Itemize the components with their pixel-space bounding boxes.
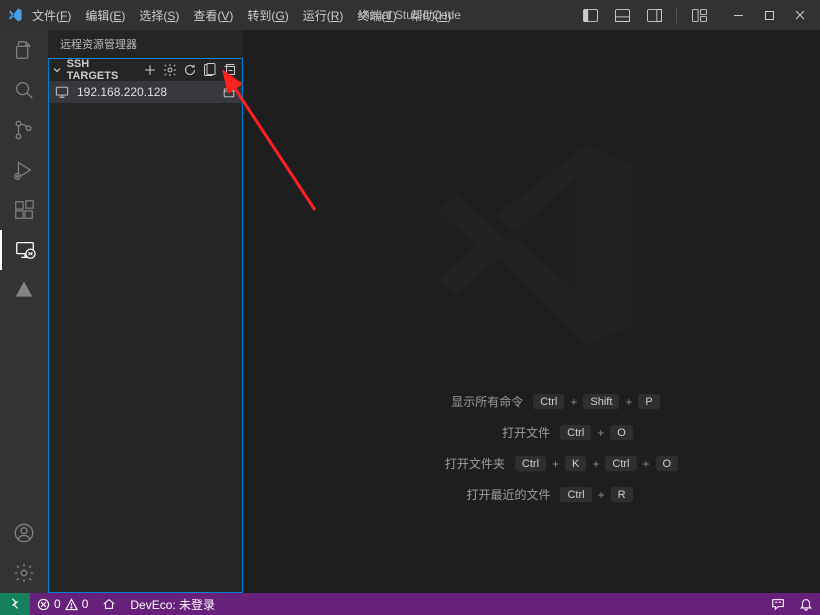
menu-v[interactable]: 查看(V) <box>193 7 233 24</box>
menu-s[interactable]: 选择(S) <box>139 7 179 24</box>
ssh-targets-section: SSH TARGETS 192.168.220.128 <box>48 58 243 593</box>
help-icon[interactable] <box>202 62 218 78</box>
vscode-logo-icon <box>6 6 24 24</box>
key: Ctrl <box>605 456 636 472</box>
minimize-button[interactable] <box>724 4 752 26</box>
remote-indicator[interactable] <box>0 593 30 615</box>
section-title: SSH TARGETS <box>67 58 142 82</box>
search-tab[interactable] <box>0 70 48 110</box>
close-button[interactable] <box>786 4 814 26</box>
menu-t[interactable]: 终端(T) <box>357 7 396 24</box>
shortcut-keys: Ctrl+O <box>560 425 633 441</box>
explorer-tab[interactable] <box>0 30 48 70</box>
sidebar-title: 远程资源管理器 <box>48 30 243 58</box>
deveco-status[interactable]: DevEco: 未登录 <box>123 593 222 615</box>
activitybar <box>0 30 48 593</box>
problems-indicator[interactable]: 0 0 <box>30 593 95 615</box>
feedback-button[interactable] <box>764 597 792 611</box>
toggle-panel-right-icon[interactable] <box>640 4 668 26</box>
deveco-tab[interactable] <box>0 270 48 310</box>
key: Ctrl <box>533 394 564 410</box>
key: Ctrl <box>560 487 591 503</box>
toggle-panel-bottom-icon[interactable] <box>608 4 636 26</box>
ssh-host-row[interactable]: 192.168.220.128 <box>49 81 242 103</box>
key: O <box>656 456 679 472</box>
layout-controls <box>576 4 713 26</box>
menu-f[interactable]: 文件(F) <box>32 7 71 24</box>
accounts-button[interactable] <box>0 513 48 553</box>
key: Ctrl <box>515 456 546 472</box>
vscode-watermark-icon <box>407 120 657 370</box>
menu-g[interactable]: 转到(G) <box>247 7 288 24</box>
settings-button[interactable] <box>0 553 48 593</box>
remote-explorer-tab[interactable] <box>0 230 48 270</box>
extensions-tab[interactable] <box>0 190 48 230</box>
refresh-icon[interactable] <box>182 62 198 78</box>
monitor-icon <box>55 85 71 99</box>
menu-h[interactable]: 帮助(H) <box>411 7 452 24</box>
customize-layout-icon[interactable] <box>685 4 713 26</box>
shortcut-keys: Ctrl+R <box>560 487 632 503</box>
ssh-host-label: 192.168.220.128 <box>77 85 167 99</box>
shortcut-row: 打开文件 Ctrl+O <box>430 424 633 441</box>
titlebar: 文件(F) 编辑(E) 选择(S) 查看(V) 转到(G) 运行(R) 终端(T) 帮助(H)… <box>0 0 820 30</box>
run-debug-tab[interactable] <box>0 150 48 190</box>
notifications-button[interactable] <box>792 597 820 611</box>
menubar: 文件(F) 编辑(E) 选择(S) 查看(V) 转到(G) 运行(R) 终端(T) 帮助(H) <box>32 7 451 24</box>
maximize-button[interactable] <box>755 4 783 26</box>
configure-icon[interactable] <box>162 62 178 78</box>
key: R <box>611 487 633 503</box>
shortcut-label: 打开最近的文件 <box>430 486 550 503</box>
shortcut-label: 打开文件夹 <box>385 455 505 472</box>
key: P <box>638 394 659 410</box>
shortcut-label: 显示所有命令 <box>403 393 523 410</box>
shortcut-keys: Ctrl+K+Ctrl+O <box>515 456 678 472</box>
collapse-all-icon[interactable] <box>222 62 238 78</box>
key: Ctrl <box>560 425 591 441</box>
welcome-shortcuts: 显示所有命令 Ctrl+Shift+P 打开文件 Ctrl+O 打开文件夹 Ctrl+K+… <box>243 393 820 503</box>
add-new-icon[interactable] <box>142 62 158 78</box>
shortcut-row: 打开最近的文件 Ctrl+R <box>430 486 632 503</box>
menu-r[interactable]: 运行(R) <box>303 7 344 24</box>
key: K <box>565 456 586 472</box>
warning-count: 0 <box>82 597 89 611</box>
editor-area: 显示所有命令 Ctrl+Shift+P 打开文件 Ctrl+O 打开文件夹 Ctrl+K+… <box>243 30 820 593</box>
home-button[interactable] <box>95 593 123 615</box>
titlebar-right <box>576 4 814 26</box>
toggle-panel-left-icon[interactable] <box>576 4 604 26</box>
shortcut-label: 打开文件 <box>430 424 550 441</box>
sidebar: 远程资源管理器 SSH TARGETS 192.168.220.128 <box>48 30 243 593</box>
menu-e[interactable]: 编辑(E) <box>85 7 125 24</box>
deveco-label: DevEco: 未登录 <box>130 596 215 613</box>
key: Shift <box>583 394 619 410</box>
new-window-icon[interactable] <box>222 85 236 99</box>
source-control-tab[interactable] <box>0 110 48 150</box>
chevron-down-icon <box>51 64 67 76</box>
shortcut-row: 显示所有命令 Ctrl+Shift+P <box>403 393 660 410</box>
statusbar: 0 0 DevEco: 未登录 <box>0 593 820 615</box>
divider <box>676 7 677 23</box>
key: O <box>610 425 633 441</box>
section-header[interactable]: SSH TARGETS <box>49 59 242 81</box>
error-count: 0 <box>54 597 61 611</box>
shortcut-keys: Ctrl+Shift+P <box>533 394 660 410</box>
shortcut-row: 打开文件夹 Ctrl+K+Ctrl+O <box>385 455 678 472</box>
